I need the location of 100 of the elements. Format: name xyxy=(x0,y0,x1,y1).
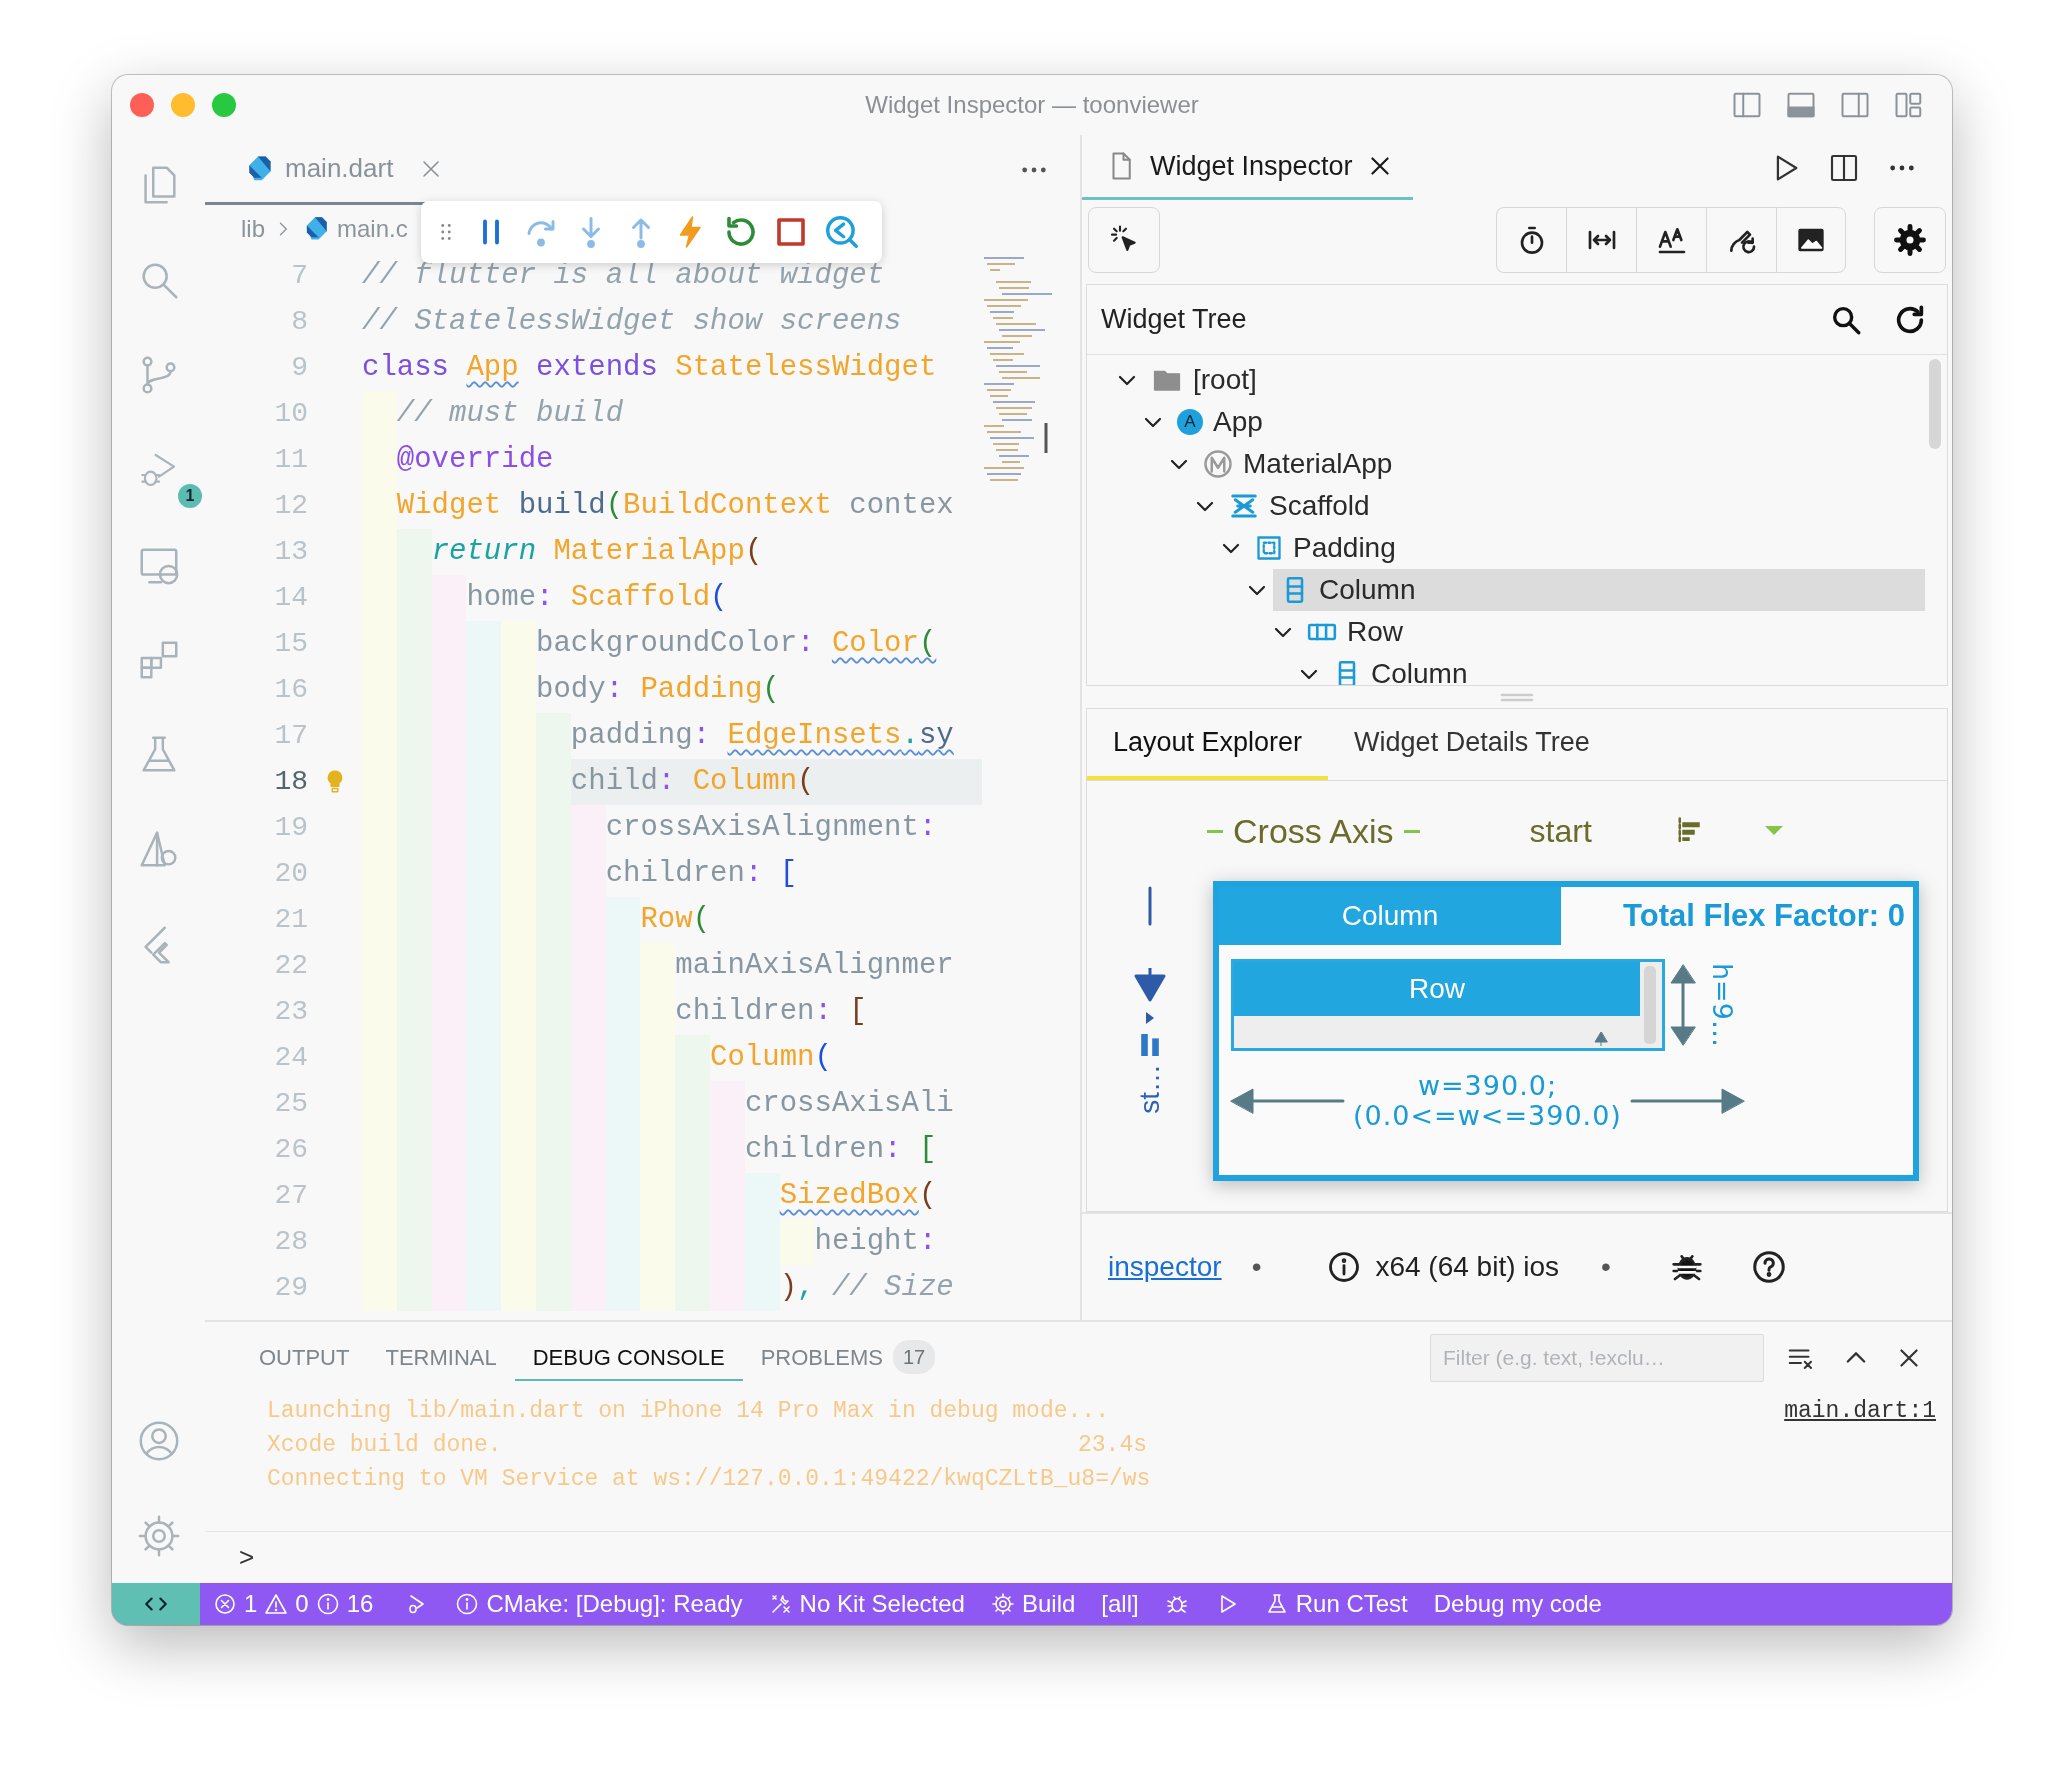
info-icon xyxy=(1327,1250,1362,1284)
tab[interactable]: Widget Details Tree xyxy=(1328,709,1616,780)
select-widget-button[interactable] xyxy=(1088,207,1160,273)
zoom-window-button[interactable] xyxy=(212,93,236,117)
height-label: h=9… xyxy=(1705,963,1739,1047)
inspector-link[interactable]: inspector xyxy=(1108,1246,1222,1288)
stopwatch-button[interactable] xyxy=(1496,207,1566,273)
tab-label[interactable]: main.dart xyxy=(285,149,394,188)
editor-tab[interactable]: Widget Inspector xyxy=(1082,135,1413,200)
separator-dot: • xyxy=(1251,1250,1262,1284)
tab-label[interactable]: Widget Inspector xyxy=(1150,145,1353,187)
line-number: 23 xyxy=(273,995,308,1029)
window-title: Widget Inspector — toonviewer xyxy=(865,91,1199,118)
code-line: children: [ xyxy=(362,851,982,897)
down-arrow-icon xyxy=(1133,968,1167,1002)
code-line: Widget build(BuildContext contex xyxy=(362,483,982,529)
tree-node[interactable]: Row xyxy=(1299,611,1411,653)
help-icon[interactable] xyxy=(1750,1249,1787,1285)
status-item[interactable]: Build xyxy=(977,1583,1089,1625)
panel-tab[interactable]: OUTPUT xyxy=(241,1335,368,1381)
console-prompt: > xyxy=(239,1541,255,1574)
line-number: 29 xyxy=(273,1271,308,1305)
layout-grid-icon[interactable] xyxy=(1894,90,1924,120)
breadcrumb-file[interactable]: main.c xyxy=(337,211,408,247)
panel-toggle-icon[interactable] xyxy=(1786,90,1816,120)
line-number: 9 xyxy=(290,351,308,385)
axis-label: Cross Axis xyxy=(1233,810,1394,852)
tree-node[interactable]: A App xyxy=(1169,401,1271,443)
console-time: 23.4s xyxy=(1078,1431,1147,1460)
scrollbar-thumb[interactable] xyxy=(1929,359,1941,449)
text-size-button[interactable] xyxy=(1636,207,1706,273)
image-button[interactable] xyxy=(1776,207,1846,273)
scroll-handle[interactable] xyxy=(1644,966,1656,1044)
status-item[interactable]: CMake: [Debug]: Ready xyxy=(442,1583,756,1625)
settings-button[interactable] xyxy=(1874,207,1946,273)
code-line: home: Scaffold( xyxy=(362,575,982,621)
line-number: 15 xyxy=(273,627,308,661)
line-number: 17 xyxy=(273,719,308,753)
line-number: 12 xyxy=(273,489,308,523)
code-line: padding: EdgeInsets.sy xyxy=(362,713,982,759)
panel-title: Widget Tree xyxy=(1101,303,1247,337)
code-line: class App extends StatelessWidget xyxy=(362,350,938,386)
column-box[interactable]: Column Total Flex Factor: 0 Row h=9… w=390.0; (0.0<=w<=390.0) xyxy=(1213,881,1919,1181)
gear-icon xyxy=(990,1592,1015,1616)
tree-node[interactable]: MaterialApp xyxy=(1195,443,1401,485)
line-number: 16 xyxy=(273,673,308,707)
warning-icon xyxy=(264,1592,289,1616)
line-number: 22 xyxy=(273,949,308,983)
line-number: 20 xyxy=(273,857,308,891)
problem-count-badge: 17 xyxy=(892,1340,936,1374)
tree-node[interactable]: Column xyxy=(1273,569,1925,611)
splitter-handle-icon[interactable] xyxy=(1500,691,1534,703)
settings-icon xyxy=(1893,223,1927,257)
error-icon xyxy=(213,1592,237,1616)
right-arrow-icon xyxy=(1629,1087,1746,1115)
flutter-inspect-icon[interactable] xyxy=(823,213,861,251)
status-item[interactable]: Debug my code xyxy=(1420,1583,1615,1625)
flex-factor-label: Total Flex Factor: 0 xyxy=(1623,896,1906,935)
remote-button[interactable] xyxy=(112,1583,200,1625)
console-line: Launching lib/main.dart on iPhone 14 Pro Max in debug mode... xyxy=(267,1397,1109,1426)
breadcrumb-folder[interactable]: lib xyxy=(241,211,265,247)
tree-node[interactable]: Column xyxy=(1325,653,1476,685)
line-number: 7 xyxy=(290,259,308,293)
line-number: 10 xyxy=(273,397,308,431)
play-small-icon xyxy=(1144,1010,1156,1026)
line-number: 8 xyxy=(290,305,308,339)
tree-node[interactable]: Scaffold xyxy=(1221,485,1378,527)
panel-tab[interactable]: TERMINAL xyxy=(367,1335,515,1381)
line-number: 28 xyxy=(273,1225,308,1259)
platform-label: x64 (64 bit) ios xyxy=(1375,1250,1560,1284)
width-guides-button[interactable] xyxy=(1566,207,1636,273)
circle-m-icon xyxy=(1203,449,1233,479)
repaint-button[interactable] xyxy=(1706,207,1776,273)
status-item[interactable]: No Kit Selected xyxy=(755,1583,978,1625)
problems-button[interactable]: 1 0 16 xyxy=(200,1583,387,1625)
status-item[interactable]: [all] xyxy=(1088,1583,1152,1625)
panel-tab[interactable]: PROBLEMS 17 xyxy=(742,1335,954,1381)
alignment-value[interactable]: start xyxy=(1529,807,1592,855)
separator-dot: • xyxy=(1601,1250,1611,1284)
left-arrow-icon xyxy=(1229,1087,1345,1115)
secondary-sidebar-toggle-icon[interactable] xyxy=(1840,90,1870,120)
sidebar-toggle-icon[interactable] xyxy=(1732,90,1762,120)
code-line: @override xyxy=(362,437,982,483)
row-box[interactable]: Row xyxy=(1231,959,1665,1051)
code-line: Row( xyxy=(362,897,982,943)
info-icon xyxy=(455,1592,480,1616)
info-icon xyxy=(315,1592,340,1616)
filter-field[interactable]: Filter (e.g. text, !exclu… xyxy=(1430,1334,1764,1382)
source-link[interactable]: main.dart:1 xyxy=(1784,1394,1936,1428)
line-number: 19 xyxy=(273,811,308,845)
tab[interactable]: Layout Explorer xyxy=(1087,709,1329,780)
padding-icon xyxy=(1255,534,1283,562)
small-up-arrow-icon xyxy=(1594,1032,1608,1046)
tree-node[interactable]: [root] xyxy=(1143,359,1265,401)
tree-node[interactable]: Padding xyxy=(1247,527,1404,569)
panel-tab[interactable]: DEBUG CONSOLE xyxy=(514,1335,743,1381)
widget-letter-icon: A xyxy=(1177,409,1203,435)
line-number: 26 xyxy=(273,1133,308,1167)
close-window-button[interactable] xyxy=(130,93,154,117)
status-item[interactable]: Run CTest xyxy=(1251,1583,1421,1625)
